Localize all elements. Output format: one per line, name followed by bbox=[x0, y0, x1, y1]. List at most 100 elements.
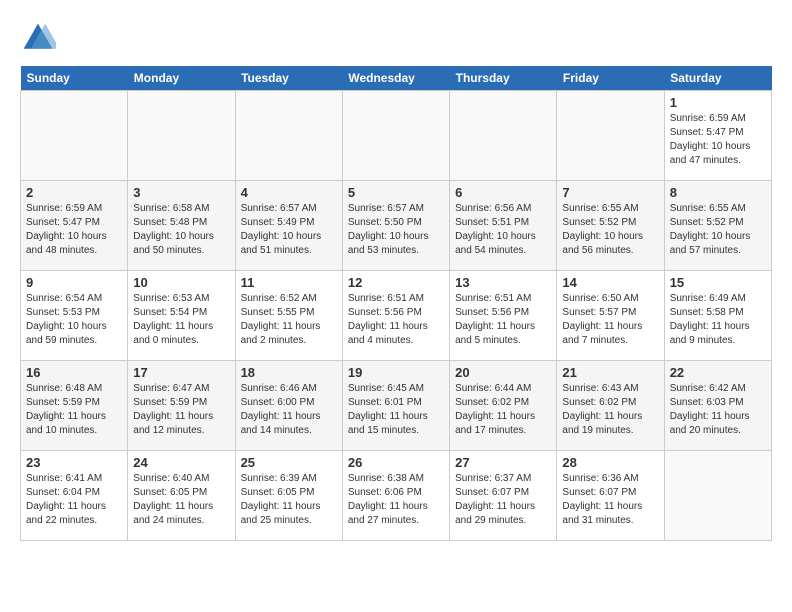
day-number: 15 bbox=[670, 275, 766, 290]
calendar-cell: 4 Sunrise: 6:57 AM Sunset: 5:49 PM Daylig… bbox=[235, 181, 342, 271]
day-info: Sunrise: 6:39 AM Sunset: 6:05 PM Dayligh… bbox=[241, 472, 337, 528]
day-info: Sunrise: 6:48 AM Sunset: 5:59 PM Dayligh… bbox=[26, 382, 122, 438]
calendar-cell: 23 Sunrise: 6:41 AM Sunset: 6:04 PM Dayli… bbox=[21, 451, 128, 541]
day-number: 11 bbox=[241, 275, 337, 290]
day-number: 17 bbox=[133, 365, 229, 380]
column-header-tuesday: Tuesday bbox=[235, 66, 342, 91]
calendar-cell bbox=[128, 91, 235, 181]
day-info: Sunrise: 6:46 AM Sunset: 6:00 PM Dayligh… bbox=[241, 382, 337, 438]
day-number: 3 bbox=[133, 185, 229, 200]
day-number: 12 bbox=[348, 275, 444, 290]
day-number: 10 bbox=[133, 275, 229, 290]
column-header-monday: Monday bbox=[128, 66, 235, 91]
day-info: Sunrise: 6:55 AM Sunset: 5:52 PM Dayligh… bbox=[562, 202, 658, 258]
day-info: Sunrise: 6:52 AM Sunset: 5:55 PM Dayligh… bbox=[241, 292, 337, 348]
day-info: Sunrise: 6:45 AM Sunset: 6:01 PM Dayligh… bbox=[348, 382, 444, 438]
calendar-cell: 17 Sunrise: 6:47 AM Sunset: 5:59 PM Dayli… bbox=[128, 361, 235, 451]
calendar-cell: 8 Sunrise: 6:55 AM Sunset: 5:52 PM Daylig… bbox=[664, 181, 771, 271]
column-header-sunday: Sunday bbox=[21, 66, 128, 91]
calendar-cell: 7 Sunrise: 6:55 AM Sunset: 5:52 PM Daylig… bbox=[557, 181, 664, 271]
day-info: Sunrise: 6:57 AM Sunset: 5:50 PM Dayligh… bbox=[348, 202, 444, 258]
calendar-week-1: 1 Sunrise: 6:59 AM Sunset: 5:47 PM Daylig… bbox=[21, 91, 772, 181]
day-number: 4 bbox=[241, 185, 337, 200]
calendar-cell: 13 Sunrise: 6:51 AM Sunset: 5:56 PM Dayli… bbox=[450, 271, 557, 361]
calendar-cell: 18 Sunrise: 6:46 AM Sunset: 6:00 PM Dayli… bbox=[235, 361, 342, 451]
calendar-cell bbox=[342, 91, 449, 181]
day-number: 8 bbox=[670, 185, 766, 200]
column-header-wednesday: Wednesday bbox=[342, 66, 449, 91]
day-number: 22 bbox=[670, 365, 766, 380]
calendar-cell: 14 Sunrise: 6:50 AM Sunset: 5:57 PM Dayli… bbox=[557, 271, 664, 361]
logo bbox=[20, 20, 60, 56]
day-info: Sunrise: 6:42 AM Sunset: 6:03 PM Dayligh… bbox=[670, 382, 766, 438]
calendar-cell bbox=[21, 91, 128, 181]
day-number: 19 bbox=[348, 365, 444, 380]
day-info: Sunrise: 6:36 AM Sunset: 6:07 PM Dayligh… bbox=[562, 472, 658, 528]
day-info: Sunrise: 6:49 AM Sunset: 5:58 PM Dayligh… bbox=[670, 292, 766, 348]
calendar-cell: 22 Sunrise: 6:42 AM Sunset: 6:03 PM Dayli… bbox=[664, 361, 771, 451]
day-info: Sunrise: 6:51 AM Sunset: 5:56 PM Dayligh… bbox=[348, 292, 444, 348]
day-info: Sunrise: 6:54 AM Sunset: 5:53 PM Dayligh… bbox=[26, 292, 122, 348]
day-number: 26 bbox=[348, 455, 444, 470]
day-info: Sunrise: 6:59 AM Sunset: 5:47 PM Dayligh… bbox=[670, 112, 766, 168]
day-info: Sunrise: 6:57 AM Sunset: 5:49 PM Dayligh… bbox=[241, 202, 337, 258]
calendar-cell bbox=[450, 91, 557, 181]
calendar-cell: 26Sunrise: 6:38 AM Sunset: 6:06 PM Dayli… bbox=[342, 451, 449, 541]
calendar-cell: 9 Sunrise: 6:54 AM Sunset: 5:53 PM Daylig… bbox=[21, 271, 128, 361]
calendar-cell: 6 Sunrise: 6:56 AM Sunset: 5:51 PM Daylig… bbox=[450, 181, 557, 271]
page-header bbox=[20, 20, 772, 56]
day-info: Sunrise: 6:53 AM Sunset: 5:54 PM Dayligh… bbox=[133, 292, 229, 348]
day-number: 23 bbox=[26, 455, 122, 470]
day-number: 16 bbox=[26, 365, 122, 380]
day-number: 13 bbox=[455, 275, 551, 290]
calendar-cell: 3 Sunrise: 6:58 AM Sunset: 5:48 PM Daylig… bbox=[128, 181, 235, 271]
column-header-saturday: Saturday bbox=[664, 66, 771, 91]
calendar-cell: 28 Sunrise: 6:36 AM Sunset: 6:07 PM Dayli… bbox=[557, 451, 664, 541]
day-info: Sunrise: 6:55 AM Sunset: 5:52 PM Dayligh… bbox=[670, 202, 766, 258]
column-header-thursday: Thursday bbox=[450, 66, 557, 91]
calendar-week-5: 23 Sunrise: 6:41 AM Sunset: 6:04 PM Dayli… bbox=[21, 451, 772, 541]
day-info: Sunrise: 6:41 AM Sunset: 6:04 PM Dayligh… bbox=[26, 472, 122, 528]
day-number: 7 bbox=[562, 185, 658, 200]
day-info: Sunrise: 6:47 AM Sunset: 5:59 PM Dayligh… bbox=[133, 382, 229, 438]
calendar-cell bbox=[235, 91, 342, 181]
day-info: Sunrise: 6:37 AM Sunset: 6:07 PM Dayligh… bbox=[455, 472, 551, 528]
calendar-cell bbox=[664, 451, 771, 541]
day-number: 24 bbox=[133, 455, 229, 470]
calendar-cell: 19 Sunrise: 6:45 AM Sunset: 6:01 PM Dayli… bbox=[342, 361, 449, 451]
day-number: 18 bbox=[241, 365, 337, 380]
calendar-cell: 2 Sunrise: 6:59 AM Sunset: 5:47 PM Daylig… bbox=[21, 181, 128, 271]
calendar-cell: 16 Sunrise: 6:48 AM Sunset: 5:59 PM Dayli… bbox=[21, 361, 128, 451]
calendar-cell: 10 Sunrise: 6:53 AM Sunset: 5:54 PM Dayli… bbox=[128, 271, 235, 361]
day-number: 6 bbox=[455, 185, 551, 200]
calendar-cell: 24 Sunrise: 6:40 AM Sunset: 6:05 PM Dayli… bbox=[128, 451, 235, 541]
calendar-cell: 11 Sunrise: 6:52 AM Sunset: 5:55 PM Dayli… bbox=[235, 271, 342, 361]
day-number: 5 bbox=[348, 185, 444, 200]
calendar-cell: 5 Sunrise: 6:57 AM Sunset: 5:50 PM Daylig… bbox=[342, 181, 449, 271]
calendar-week-4: 16 Sunrise: 6:48 AM Sunset: 5:59 PM Dayli… bbox=[21, 361, 772, 451]
calendar-table: SundayMondayTuesdayWednesdayThursdayFrid… bbox=[20, 66, 772, 541]
day-info: Sunrise: 6:43 AM Sunset: 6:02 PM Dayligh… bbox=[562, 382, 658, 438]
calendar-week-3: 9 Sunrise: 6:54 AM Sunset: 5:53 PM Daylig… bbox=[21, 271, 772, 361]
day-info: Sunrise: 6:59 AM Sunset: 5:47 PM Dayligh… bbox=[26, 202, 122, 258]
day-info: Sunrise: 6:50 AM Sunset: 5:57 PM Dayligh… bbox=[562, 292, 658, 348]
day-number: 28 bbox=[562, 455, 658, 470]
day-number: 21 bbox=[562, 365, 658, 380]
day-info: Sunrise: 6:40 AM Sunset: 6:05 PM Dayligh… bbox=[133, 472, 229, 528]
logo-icon bbox=[20, 20, 56, 56]
day-number: 20 bbox=[455, 365, 551, 380]
day-number: 2 bbox=[26, 185, 122, 200]
calendar-cell: 27 Sunrise: 6:37 AM Sunset: 6:07 PM Dayli… bbox=[450, 451, 557, 541]
day-info: Sunrise: 6:58 AM Sunset: 5:48 PM Dayligh… bbox=[133, 202, 229, 258]
day-number: 9 bbox=[26, 275, 122, 290]
day-number: 14 bbox=[562, 275, 658, 290]
calendar-week-2: 2 Sunrise: 6:59 AM Sunset: 5:47 PM Daylig… bbox=[21, 181, 772, 271]
day-number: 27 bbox=[455, 455, 551, 470]
calendar-cell: 12 Sunrise: 6:51 AM Sunset: 5:56 PM Dayli… bbox=[342, 271, 449, 361]
day-info: Sunrise: 6:56 AM Sunset: 5:51 PM Dayligh… bbox=[455, 202, 551, 258]
calendar-header-row: SundayMondayTuesdayWednesdayThursdayFrid… bbox=[21, 66, 772, 91]
day-info: Sunrise: 6:51 AM Sunset: 5:56 PM Dayligh… bbox=[455, 292, 551, 348]
day-number: 1 bbox=[670, 95, 766, 110]
calendar-cell: 1 Sunrise: 6:59 AM Sunset: 5:47 PM Daylig… bbox=[664, 91, 771, 181]
column-header-friday: Friday bbox=[557, 66, 664, 91]
